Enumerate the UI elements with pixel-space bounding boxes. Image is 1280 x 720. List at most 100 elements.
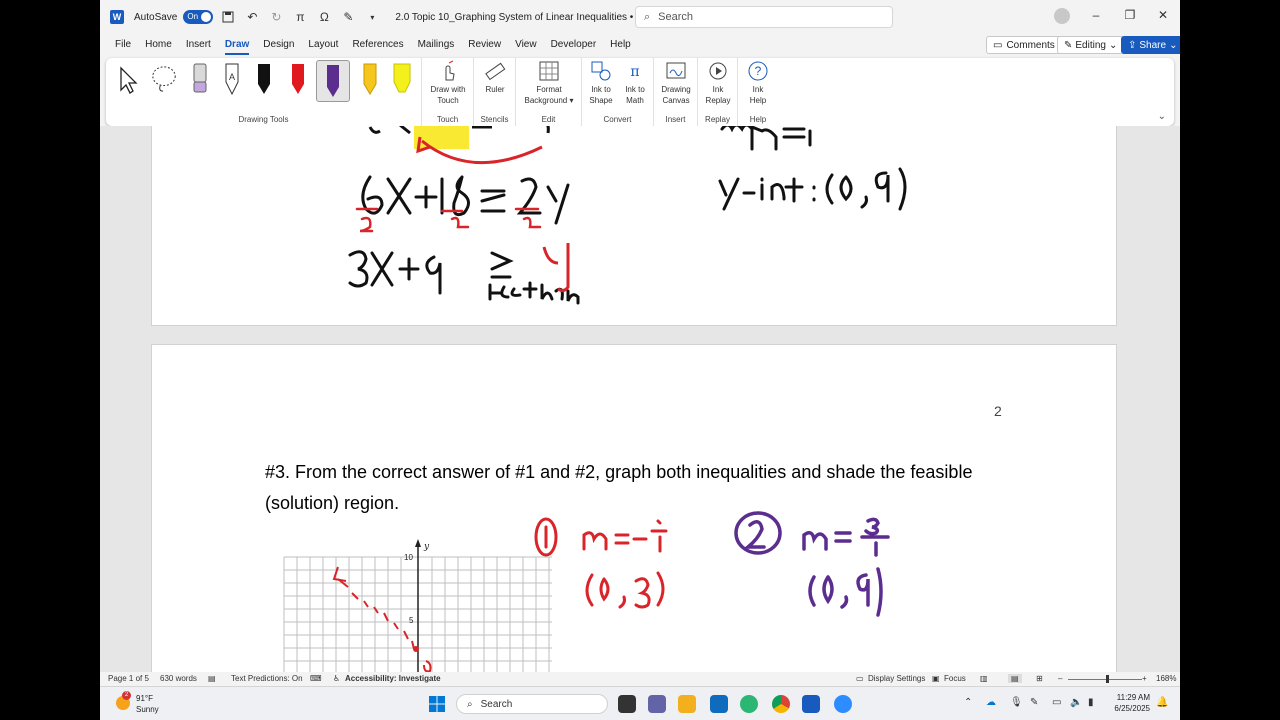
ink-help-button[interactable]: ? Ink Help bbox=[736, 60, 780, 106]
save-icon[interactable] bbox=[219, 8, 237, 26]
tab-home[interactable]: Home bbox=[138, 34, 179, 56]
collapse-ribbon-icon[interactable]: ⌄ bbox=[1158, 111, 1166, 122]
editing-mode-button[interactable]: ✎ Editing ⌄ bbox=[1057, 36, 1125, 54]
format-background-line1: Format bbox=[536, 85, 562, 94]
weather-widget[interactable]: 91°F Sunny bbox=[136, 693, 159, 715]
eraser-icon[interactable] bbox=[186, 62, 214, 98]
ink-to-shape-button[interactable]: Ink to Shape bbox=[584, 60, 618, 106]
search-icon: ⌕ bbox=[644, 10, 651, 23]
tab-layout[interactable]: Layout bbox=[301, 34, 345, 56]
focus-button[interactable]: Focus bbox=[944, 674, 966, 683]
maximize-icon[interactable]: ❐ bbox=[1120, 8, 1140, 22]
undo-icon[interactable]: ↶ bbox=[243, 8, 261, 26]
red-pen-icon[interactable] bbox=[284, 62, 312, 98]
task-view-icon[interactable] bbox=[618, 695, 636, 713]
close-icon[interactable]: ✕ bbox=[1153, 8, 1173, 22]
pencil-tool-icon[interactable]: A bbox=[218, 62, 246, 98]
page-1[interactable] bbox=[151, 126, 1117, 326]
draw-pen-icon[interactable]: ✎ bbox=[339, 8, 357, 26]
file-explorer-icon[interactable] bbox=[678, 695, 696, 713]
tab-mailings[interactable]: Mailings bbox=[411, 34, 462, 56]
print-layout-icon[interactable]: ▤ bbox=[1008, 674, 1022, 683]
redo-icon[interactable]: ↻ bbox=[267, 8, 285, 26]
zoom-app-icon[interactable] bbox=[834, 695, 852, 713]
tab-file[interactable]: File bbox=[108, 34, 138, 56]
ruler-button[interactable]: Ruler bbox=[473, 60, 517, 95]
word-taskbar-icon[interactable] bbox=[802, 695, 820, 713]
ink-help-line2: Help bbox=[749, 96, 767, 105]
windows-start-icon[interactable] bbox=[428, 695, 446, 713]
tab-review[interactable]: Review bbox=[461, 34, 508, 56]
tab-insert[interactable]: Insert bbox=[179, 34, 218, 56]
drawing-canvas-line2: Canvas bbox=[662, 96, 690, 105]
outlook-icon[interactable] bbox=[710, 695, 728, 713]
chrome-icon[interactable] bbox=[772, 695, 790, 713]
pen-menu-icon[interactable]: ✎ bbox=[1030, 697, 1038, 708]
battery-icon[interactable]: ▮ bbox=[1088, 697, 1094, 708]
read-mode-icon[interactable]: ▥ bbox=[980, 674, 988, 683]
tab-view[interactable]: View bbox=[508, 34, 544, 56]
web-layout-icon[interactable]: ⊞ bbox=[1036, 674, 1043, 683]
ink-to-math-icon: π bbox=[630, 64, 639, 80]
document-canvas[interactable]: 2 #3. From the correct answer of #1 and … bbox=[100, 126, 1180, 672]
accessibility-icon: ♿ bbox=[333, 674, 341, 683]
ink-to-math-button[interactable]: π Ink to Math bbox=[618, 60, 652, 106]
network-icon[interactable]: ▭ bbox=[1052, 697, 1061, 708]
select-arrow-icon[interactable] bbox=[114, 62, 142, 98]
zoom-slider[interactable] bbox=[1068, 679, 1142, 680]
group-label-touch: Touch bbox=[436, 115, 459, 124]
comment-icon: ▭ bbox=[993, 39, 1003, 51]
weather-temp: 91°F bbox=[136, 694, 153, 703]
convert-group: Ink to Shape π Ink to Math Convert bbox=[582, 58, 654, 126]
yellow-pencil-icon[interactable] bbox=[356, 62, 384, 98]
tab-help[interactable]: Help bbox=[603, 34, 638, 56]
zoom-level[interactable]: 168% bbox=[1156, 674, 1176, 683]
black-pen-icon[interactable] bbox=[250, 62, 278, 98]
tab-developer[interactable]: Developer bbox=[544, 34, 604, 56]
pencil-icon: ✎ bbox=[1064, 39, 1073, 51]
customize-toolbar-icon[interactable]: ▾ bbox=[363, 8, 381, 26]
purple-pen-icon[interactable] bbox=[316, 60, 350, 102]
comments-button[interactable]: ▭ Comments bbox=[986, 36, 1062, 54]
text-predictions-status[interactable]: Text Predictions: On bbox=[231, 674, 303, 683]
proofing-icon[interactable]: ▤ bbox=[208, 674, 216, 683]
replay-group: Ink Replay Replay bbox=[698, 58, 738, 126]
accessibility-status[interactable]: Accessibility: Investigate bbox=[345, 674, 441, 683]
tab-references[interactable]: References bbox=[345, 34, 410, 56]
ink-replay-button[interactable]: Ink Replay bbox=[696, 60, 740, 106]
zoom-in-icon[interactable]: + bbox=[1142, 674, 1147, 683]
share-button[interactable]: ⇪ Share ⌄ bbox=[1121, 36, 1180, 54]
avatar[interactable] bbox=[1054, 8, 1070, 24]
insert-group: Drawing Canvas Insert bbox=[654, 58, 698, 126]
word-count[interactable]: 630 words bbox=[160, 674, 197, 683]
taskbar-search[interactable]: ⌕ Search bbox=[456, 694, 608, 714]
drawing-canvas-button[interactable]: Drawing Canvas bbox=[654, 60, 698, 106]
lasso-select-icon[interactable] bbox=[150, 62, 178, 98]
symbol-icon[interactable]: Ω bbox=[315, 8, 333, 26]
draw-with-touch-button[interactable]: Draw with Touch bbox=[426, 60, 470, 106]
volume-icon[interactable]: 🔈 bbox=[1070, 697, 1082, 708]
yellow-highlighter-icon[interactable] bbox=[388, 62, 416, 98]
zoom-out-icon[interactable]: – bbox=[1058, 674, 1062, 683]
minimize-icon[interactable]: – bbox=[1086, 8, 1106, 22]
document-title[interactable]: 2.0 Topic 10_Graphing System of Linear I… bbox=[395, 12, 675, 23]
page-2[interactable]: 2 #3. From the correct answer of #1 and … bbox=[151, 344, 1117, 672]
chevron-up-icon[interactable]: ⌃ bbox=[964, 697, 972, 708]
tab-design[interactable]: Design bbox=[256, 34, 301, 56]
format-background-button[interactable]: Format Background ▾ bbox=[516, 60, 582, 106]
onedrive-icon[interactable]: ☁ bbox=[986, 697, 996, 708]
notification-bell-icon[interactable]: 🔔 bbox=[1156, 697, 1168, 708]
autosave-toggle[interactable]: On bbox=[183, 10, 214, 24]
edge-icon[interactable] bbox=[740, 695, 758, 713]
chevron-down-icon: ⌄ bbox=[1169, 39, 1178, 51]
microphone-icon[interactable]: 🎙 bbox=[1010, 697, 1023, 708]
zoom-slider-thumb[interactable] bbox=[1106, 675, 1109, 683]
page-count[interactable]: Page 1 of 5 bbox=[108, 674, 149, 683]
equation-icon[interactable]: π bbox=[291, 8, 309, 26]
search-input[interactable]: ⌕ Search bbox=[635, 6, 893, 28]
taskbar-clock[interactable]: 11:29 AM 6/25/2025 bbox=[1110, 692, 1150, 714]
ink-to-math-line2: Math bbox=[626, 96, 644, 105]
teams-icon[interactable] bbox=[648, 695, 666, 713]
tab-draw[interactable]: Draw bbox=[218, 34, 256, 56]
display-settings-button[interactable]: Display Settings bbox=[868, 674, 925, 683]
